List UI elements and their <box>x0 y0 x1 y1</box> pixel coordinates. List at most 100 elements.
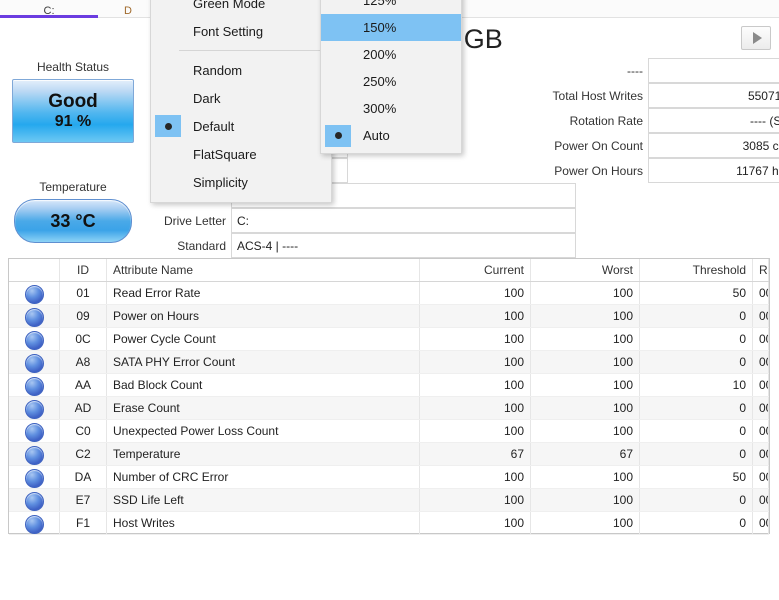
health-status-percent: 91 % <box>54 112 92 130</box>
menu-item-flatsquare[interactable]: FlatSquare <box>151 140 331 168</box>
info-standard-label: Standard <box>177 238 226 253</box>
health-status-panel: Health Status Good 91 % <box>6 60 140 143</box>
temperature-value: 33 °C <box>50 210 96 231</box>
col-header-id[interactable]: ID <box>59 259 107 282</box>
menu-item-random[interactable]: Random <box>151 56 331 84</box>
smart-attributes-table[interactable]: ID Attribute Name Current Worst Threshol… <box>8 258 770 535</box>
zoom-item-150pct[interactable]: 150% <box>321 14 461 41</box>
cell-current: 100 <box>419 511 531 535</box>
cell-attribute-name: Bad Block Count <box>106 373 420 397</box>
cell-raw-value: 000000000000 <box>752 350 769 374</box>
menu-item-dark[interactable]: Dark <box>151 84 331 112</box>
cell-worst: 67 <box>530 442 640 466</box>
cell-threshold: 10 <box>639 373 753 397</box>
cell-attribute-name: Number of CRC Error <box>106 465 420 489</box>
tab-drive-d[interactable]: D <box>98 0 158 17</box>
zoom-item-label: 150% <box>363 20 397 35</box>
play-icon[interactable] <box>741 26 771 50</box>
cell-attribute-name: Power on Hours <box>106 304 420 328</box>
status-dot-blue <box>9 442 60 466</box>
cell-id: F1 <box>59 511 107 535</box>
tab-drive-c[interactable]: C: <box>0 0 98 18</box>
cell-raw-value: 000000000000 <box>752 281 769 305</box>
radio-check-icon <box>325 0 351 12</box>
cell-current: 100 <box>419 327 531 351</box>
temperature-badge[interactable]: 33 °C <box>14 199 132 243</box>
info-right-label-1: Total Host Writes <box>552 88 643 103</box>
zoom-item-250pct[interactable]: 250% <box>321 68 461 95</box>
cell-threshold: 50 <box>639 465 753 489</box>
cell-attribute-name: Host Writes <box>106 511 420 535</box>
zoom-item-label: 200% <box>363 47 397 62</box>
cell-threshold: 0 <box>639 488 753 512</box>
menu-item-default[interactable]: Default <box>151 112 331 140</box>
health-status-badge[interactable]: Good 91 % <box>12 79 134 143</box>
cell-threshold: 0 <box>639 419 753 443</box>
table-header-row: ID Attribute Name Current Worst Threshol… <box>9 259 769 282</box>
zoom-item-label: 125% <box>363 0 397 8</box>
table-row[interactable]: AABad Block Count10010010000000000068 <box>9 373 769 397</box>
cell-id: 0C <box>59 327 107 351</box>
theme-context-menu[interactable]: Green Mode Font Setting Random Dark Default F… <box>150 0 332 203</box>
status-dot-blue <box>9 396 60 420</box>
zoom-item-200pct[interactable]: 200% <box>321 41 461 68</box>
table-row[interactable]: E7SSD Life Left100100000000000005B <box>9 488 769 512</box>
cell-worst: 100 <box>530 373 640 397</box>
zoom-submenu[interactable]: 125% 150% 200% 250% 300% Auto <box>320 0 462 154</box>
zoom-item-300pct[interactable]: 300% <box>321 95 461 122</box>
table-row[interactable]: F1Host Writes100100000000000D71F <box>9 511 769 535</box>
info-row-standard: Standard ACS-4 | ---- <box>148 233 773 258</box>
cell-worst: 100 <box>530 419 640 443</box>
zoom-item-auto[interactable]: Auto <box>321 122 461 149</box>
table-row[interactable]: A8SATA PHY Error Count100100000000000000… <box>9 350 769 374</box>
status-dot-blue <box>9 327 60 351</box>
cell-current: 100 <box>419 419 531 443</box>
info-right-value-2: ---- (SSD) <box>648 108 779 133</box>
menu-separator <box>179 50 321 51</box>
menu-item-font-setting[interactable]: Font Setting <box>151 17 331 45</box>
col-header-icon[interactable] <box>9 259 60 282</box>
radio-check-icon <box>155 143 181 165</box>
status-dot-blue <box>9 373 60 397</box>
status-dot-blue <box>9 304 60 328</box>
cell-attribute-name: Read Error Rate <box>106 281 420 305</box>
cell-id: C0 <box>59 419 107 443</box>
radio-check-icon <box>155 87 181 109</box>
col-header-current[interactable]: Current <box>419 259 531 282</box>
menu-item-label: FlatSquare <box>193 146 257 162</box>
menu-item-label: Font Setting <box>193 23 264 39</box>
cell-attribute-name: SSD Life Left <box>106 488 420 512</box>
radio-check-icon <box>325 44 351 66</box>
info-right-label-4: Power On Hours <box>554 163 643 178</box>
info-drive-letter-value: C: <box>231 208 576 233</box>
col-header-threshold[interactable]: Threshold <box>639 259 753 282</box>
cell-worst: 100 <box>530 304 640 328</box>
cell-raw-value: 000000000C0D <box>752 327 769 351</box>
cell-raw-value: 000000000000 <box>752 465 769 489</box>
table-row[interactable]: 09Power on Hours1001000000000002DF7 <box>9 304 769 328</box>
table-row[interactable]: C0Unexpected Power Loss Count10010000000… <box>9 419 769 443</box>
health-status-value: Good <box>48 90 98 112</box>
menu-item-green-mode[interactable]: Green Mode <box>151 0 331 17</box>
table-row[interactable]: ADErase Count10010000000010B012B <box>9 396 769 420</box>
col-header-raw-values[interactable]: Raw Values <box>752 259 769 282</box>
radio-check-icon <box>325 98 351 120</box>
radio-check-icon <box>325 71 351 93</box>
info-right-label-0: ---- <box>627 63 643 78</box>
col-header-attribute-name[interactable]: Attribute Name <box>106 259 420 282</box>
cell-threshold: 0 <box>639 327 753 351</box>
info-right-value-4: 11767 hours <box>648 158 779 183</box>
table-row[interactable]: DANumber of CRC Error1001005000000000000… <box>9 465 769 489</box>
cell-id: AA <box>59 373 107 397</box>
cell-current: 100 <box>419 488 531 512</box>
temperature-caption: Temperature <box>39 180 107 194</box>
crystaldiskinfo-window: C: D G GNTD 240,0 GB Health Status Good … <box>0 0 779 600</box>
cell-id: AD <box>59 396 107 420</box>
table-row[interactable]: 01Read Error Rate10010050000000000000 <box>9 281 769 305</box>
cell-current: 67 <box>419 442 531 466</box>
col-header-worst[interactable]: Worst <box>530 259 640 282</box>
menu-item-simplicity[interactable]: Simplicity <box>151 168 331 196</box>
table-row[interactable]: 0CPower Cycle Count1001000000000000C0D <box>9 327 769 351</box>
zoom-item-125pct[interactable]: 125% <box>321 0 461 14</box>
table-row[interactable]: C2Temperature67670002100210021 <box>9 442 769 466</box>
